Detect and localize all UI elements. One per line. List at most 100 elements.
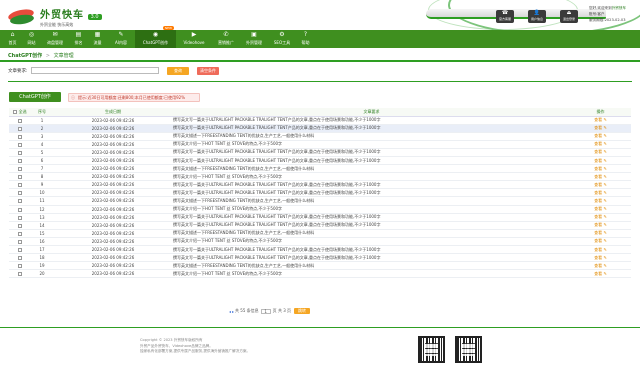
go-page-button[interactable]: 跳转 [294,308,311,314]
row-checkbox[interactable] [18,118,22,123]
nav-home[interactable]: ⌂ 首页 [3,30,22,48]
edit-icon[interactable]: ✎ [603,263,606,268]
row-select-cell[interactable] [9,172,31,182]
edit-icon[interactable]: ✎ [603,198,606,203]
row-checkbox[interactable] [18,150,22,155]
view-link[interactable]: 查看 [594,214,602,219]
row-checkbox[interactable] [18,199,22,204]
edit-icon[interactable]: ✎ [603,149,606,154]
view-link[interactable]: 查看 [594,182,602,187]
nav-website[interactable]: ◎ 网站 [22,30,41,48]
edit-icon[interactable]: ✎ [603,117,606,122]
nav-marketing[interactable]: ✆ 营销推广 [212,30,240,48]
nav-traffic[interactable]: ▦ 流量 [88,30,107,48]
row-checkbox[interactable] [18,223,22,228]
row-select-cell[interactable] [9,245,31,255]
row-select-cell[interactable] [9,221,31,230]
nav-chatgpt[interactable]: ◉ ChatGPT创作 NEW [135,26,176,48]
row-checkbox[interactable] [18,159,22,164]
view-link[interactable]: 查看 [594,230,602,235]
edit-icon[interactable]: ✎ [603,174,606,179]
edit-icon[interactable]: ✎ [603,133,606,138]
row-select-cell[interactable] [9,196,31,206]
prev-page-icon[interactable]: ◂ [229,309,231,314]
row-select-cell[interactable] [9,156,31,166]
edit-icon[interactable]: ✎ [603,125,606,130]
edit-icon[interactable]: ✎ [603,222,606,227]
view-link[interactable]: 查看 [594,206,602,211]
view-link[interactable]: 查看 [594,222,602,227]
view-link[interactable]: 查看 [594,166,602,171]
reset-button[interactable]: 清空条件 [197,67,219,75]
edit-icon[interactable]: ✎ [603,190,606,195]
row-select-cell[interactable] [9,124,31,133]
row-checkbox[interactable] [18,175,22,180]
user-brand-link[interactable]: 外贸快车 [612,6,626,10]
row-checkbox[interactable] [18,264,22,269]
row-checkbox[interactable] [18,248,22,253]
row-checkbox[interactable] [18,272,22,277]
row-select-cell[interactable] [9,140,31,149]
row-select-cell[interactable] [9,116,31,125]
row-select-cell[interactable] [9,164,31,174]
nav-ranking[interactable]: ▤ 排名 [69,30,88,48]
edit-icon[interactable]: ✎ [603,206,606,211]
edit-icon[interactable]: ✎ [603,141,606,146]
create-article-button[interactable]: ChatGPT创作 [9,92,61,102]
edit-icon[interactable]: ✎ [603,214,606,219]
view-link[interactable]: 查看 [594,263,602,268]
row-checkbox[interactable] [18,215,22,220]
nav-videohove[interactable]: ▶ Videohove [176,30,212,48]
view-link[interactable]: 查看 [594,190,602,195]
page-input[interactable]: 1 [260,308,271,314]
row-select-cell[interactable] [9,213,31,222]
view-link[interactable]: 查看 [594,133,602,138]
view-link[interactable]: 查看 [594,238,602,243]
edit-icon[interactable]: ✎ [603,255,606,260]
view-link[interactable]: 查看 [594,117,602,122]
row-checkbox[interactable] [18,231,22,236]
breadcrumb-home[interactable]: ChatGPT创作 [8,53,42,59]
support-button[interactable]: ☎ 官方客服 [496,10,514,23]
nav-trade-management[interactable]: ▣ 外贸管理 [240,30,268,48]
row-select-cell[interactable] [9,132,31,141]
edit-icon[interactable]: ✎ [603,182,606,187]
row-select-cell[interactable] [9,180,31,190]
row-checkbox[interactable] [18,191,22,196]
select-all-checkbox[interactable] [13,109,18,114]
edit-icon[interactable]: ✎ [603,230,606,235]
view-link[interactable]: 查看 [594,125,602,130]
next-page-icon[interactable]: ▸ [232,309,234,314]
row-checkbox[interactable] [18,207,22,212]
view-link[interactable]: 查看 [594,174,602,179]
row-checkbox[interactable] [18,183,22,188]
view-link[interactable]: 查看 [594,198,602,203]
edit-icon[interactable]: ✎ [603,158,606,163]
brand-logo[interactable]: 外贸快车 3.0 外贸全能 快乐高效 [7,6,102,28]
row-checkbox[interactable] [18,239,22,244]
logout-button[interactable]: ⏏ 退出登录 [560,10,578,23]
row-checkbox[interactable] [18,256,22,261]
edit-icon[interactable]: ✎ [603,271,606,276]
row-select-cell[interactable] [9,188,31,198]
select-all-header[interactable]: 全选 [9,108,31,117]
nav-inquiry[interactable]: ✉ 询盘管理 [41,30,69,48]
user-info-button[interactable]: 👤 用户信息 [528,10,546,23]
row-select-cell[interactable] [9,148,31,157]
nav-help[interactable]: ? 帮助 [296,30,315,48]
row-select-cell[interactable] [9,253,31,263]
view-link[interactable]: 查看 [594,149,602,154]
row-checkbox[interactable] [18,142,22,147]
nav-seo-tools[interactable]: ⚙ SEO工具 [268,30,296,48]
row-select-cell[interactable] [9,229,31,238]
row-select-cell[interactable] [9,205,31,214]
search-input[interactable] [30,67,159,74]
query-button[interactable]: 查询 [167,67,189,75]
view-link[interactable]: 查看 [594,158,602,163]
row-checkbox[interactable] [18,167,22,172]
nav-ai-content[interactable]: ✎ AI内容 [107,30,135,48]
edit-icon[interactable]: ✎ [603,166,606,171]
view-link[interactable]: 查看 [594,247,602,252]
view-link[interactable]: 查看 [594,255,602,260]
row-select-cell[interactable] [9,237,31,247]
